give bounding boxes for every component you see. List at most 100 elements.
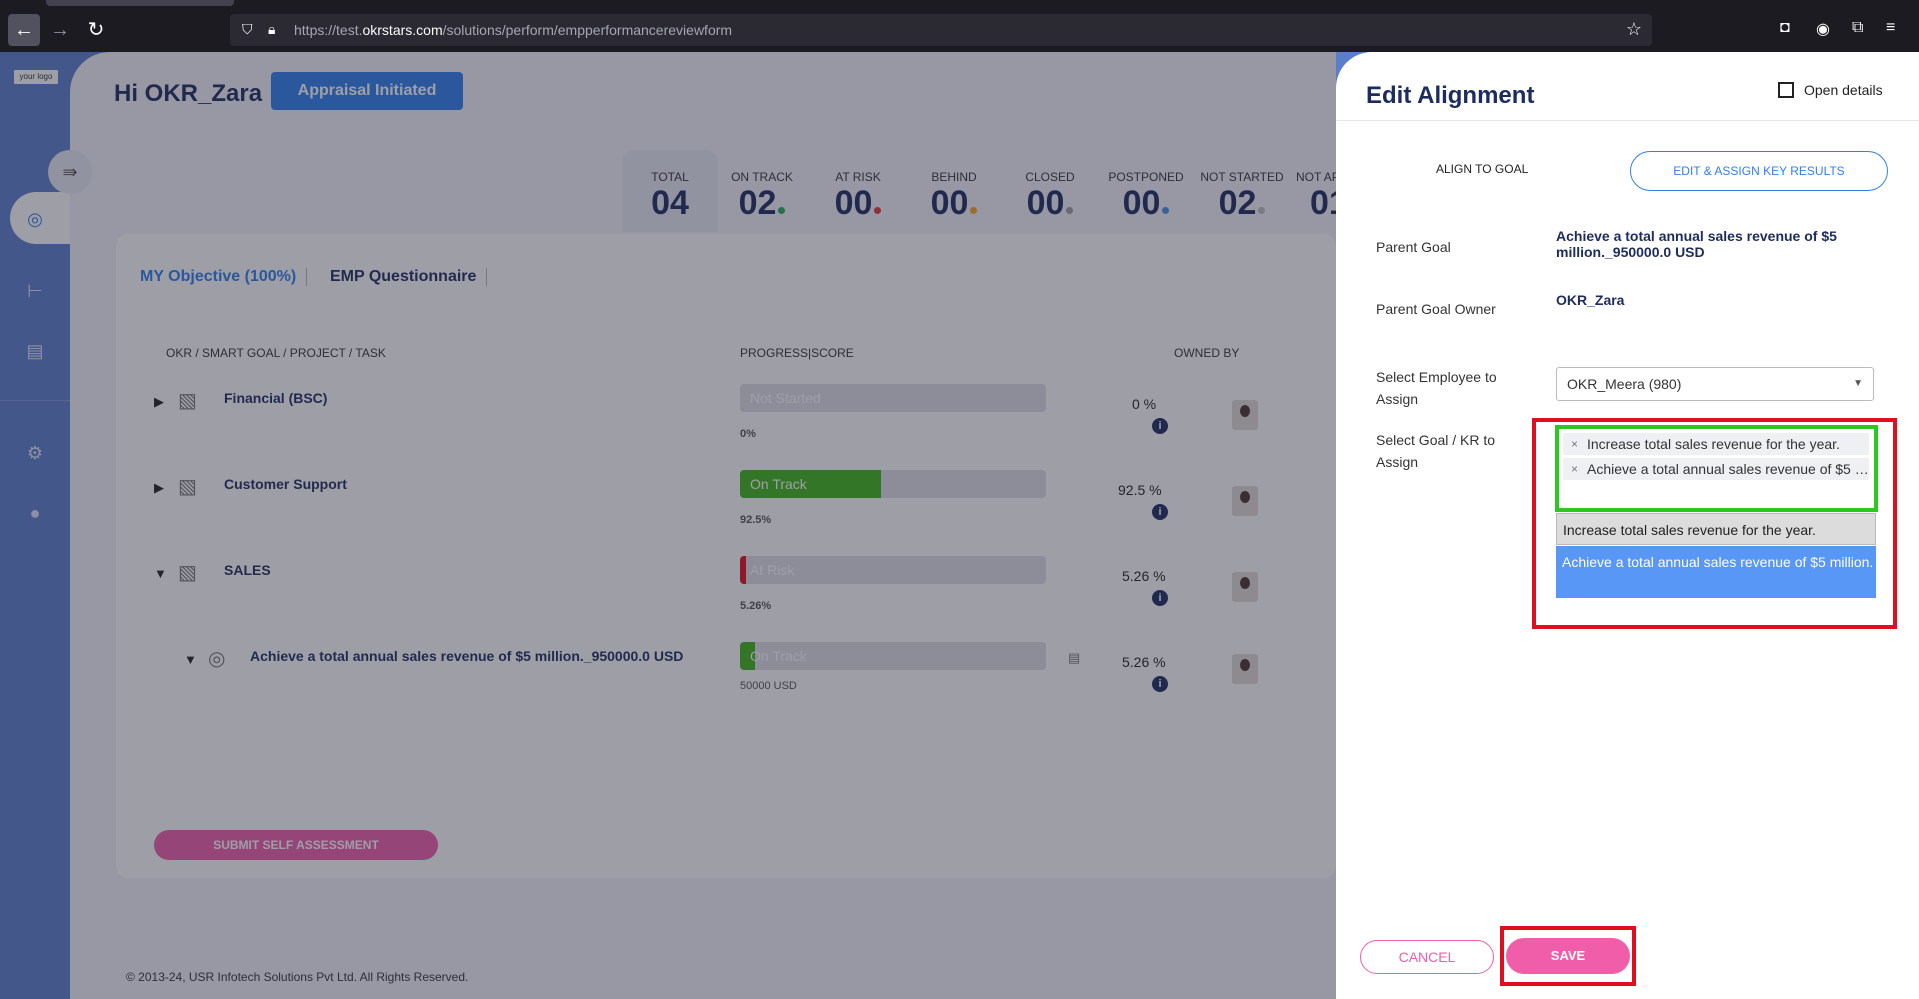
stat-label: BEHIND [931, 170, 977, 184]
menu-icon[interactable]: ≡ [1886, 19, 1895, 37]
reload-icon[interactable]: ↻ [80, 14, 112, 46]
stat-value: 00 [1002, 184, 1098, 223]
target-icon[interactable]: ◎ [22, 206, 48, 232]
row-title[interactable]: Customer Support [224, 476, 347, 492]
status-dot [1162, 207, 1170, 214]
hierarchy-icon[interactable]: ⊢ [22, 278, 48, 304]
stat-value: 02 [1194, 184, 1290, 223]
pocket-icon[interactable]: ◘ [1780, 19, 1790, 37]
user-icon[interactable]: ● [22, 500, 48, 526]
main-content: ⇛ Hi OKR_Zara Appraisal Initiated TOTAL … [48, 52, 1338, 999]
stat-value: 02 [714, 184, 810, 223]
stat-total[interactable]: TOTAL 04 [622, 150, 718, 232]
row-title[interactable]: Achieve a total annual sales revenue of … [250, 648, 683, 664]
stat-on-track[interactable]: ON TRACK 02 [714, 150, 810, 232]
objectives-card: MY Objective (100%) EMP Questionnaire OK… [116, 234, 1336, 878]
progress-bar: At Risk [740, 556, 1046, 584]
expand-caret-icon[interactable]: ▶ [154, 480, 164, 496]
avatar[interactable] [1232, 400, 1258, 430]
table-row[interactable]: ▶ ▧ Customer Support On Track 92.5% 92.5… [116, 470, 1336, 550]
edit-alignment-drawer: Edit Alignment Open details ALIGN TO GOA… [1336, 52, 1919, 999]
forward-icon[interactable]: → [44, 14, 76, 46]
stat-value: 04 [651, 184, 689, 222]
progress-status: Not Started [750, 390, 821, 406]
expand-caret-icon[interactable]: ▶ [154, 394, 164, 410]
employee-select[interactable]: OKR_Meera (980) ▼ [1556, 367, 1874, 401]
url-bar[interactable]: ⛉ 🔒︎ https://test.okrstars.com/solutions… [230, 14, 1652, 46]
highlight-box-green [1555, 425, 1878, 512]
status-dot [1066, 207, 1074, 214]
extensions-icon[interactable]: ⧉ [1852, 19, 1863, 37]
avatar[interactable] [1232, 486, 1258, 516]
status-dot [778, 207, 786, 214]
appraisal-initiated-button[interactable]: Appraisal Initiated [271, 72, 463, 110]
progress-status: On Track [750, 476, 807, 492]
stat-value: 01 [1310, 184, 1338, 222]
parent-goal-value: Achieve a total annual sales revenue of … [1556, 228, 1837, 260]
parent-goal-owner-value: OKR_Zara [1556, 292, 1625, 308]
stat-label: NOT STARTED [1200, 170, 1284, 184]
collapse-sidebar-icon[interactable]: ⇛ [48, 150, 92, 194]
table-row[interactable]: ▼ ▧ SALES At Risk 5.26% 5.26 % i [116, 556, 1336, 636]
document-edit-icon[interactable]: ▤ [22, 338, 48, 364]
score-percent: 0 % [1132, 396, 1157, 412]
align-to-goal-tab[interactable]: ALIGN TO GOAL [1436, 162, 1528, 176]
goal-list-icon: ▧ [178, 562, 197, 584]
gear-icon[interactable]: ⚙ [22, 440, 48, 466]
status-dot [1258, 207, 1266, 214]
footer-copyright: © 2013-24, USR Infotech Solutions Pvt Lt… [126, 970, 469, 984]
stat-not-started[interactable]: NOT STARTED 02 [1194, 150, 1290, 232]
url-text: https://test.okrstars.com/solutions/perf… [294, 22, 733, 38]
collapse-caret-icon[interactable]: ▼ [184, 652, 197, 667]
collapse-caret-icon[interactable]: ▼ [154, 566, 167, 581]
progress-subtext: 5.26% [740, 600, 772, 612]
table-row[interactable]: ▼ ◎ Achieve a total annual sales revenue… [116, 642, 1336, 722]
tab-my-objective[interactable]: MY Objective (100%) [140, 268, 296, 286]
stat-behind[interactable]: BEHIND 00 [906, 150, 1002, 232]
score-percent: 5.26 % [1122, 568, 1166, 584]
open-external-icon [1778, 82, 1794, 98]
stat-label: POSTPONED [1108, 170, 1184, 184]
row-title[interactable]: SALES [224, 562, 271, 578]
info-icon[interactable]: i [1152, 590, 1168, 606]
stat-label: NOT API [1296, 170, 1338, 184]
open-details-label: Open details [1804, 82, 1883, 98]
shield-icon[interactable]: ⛉ [242, 21, 253, 38]
tab-emp-questionnaire[interactable]: EMP Questionnaire [330, 268, 476, 286]
browser-tab[interactable] [46, 0, 234, 6]
dropdown-arrow-icon[interactable]: ▼ [1853, 368, 1863, 400]
avatar[interactable] [1232, 654, 1258, 684]
cancel-button[interactable]: CANCEL [1360, 940, 1494, 974]
info-icon[interactable]: i [1152, 676, 1168, 692]
notes-icon[interactable]: ▤ [1068, 650, 1080, 666]
progress-status: At Risk [750, 562, 795, 578]
sidebar: your logo ◎ ⊢ ▤ ⚙ ● [0, 52, 80, 999]
edit-assign-key-results-tab[interactable]: EDIT & ASSIGN KEY RESULTS [1630, 151, 1888, 191]
stat-value: 00 [1098, 184, 1194, 223]
open-details-link[interactable]: Open details [1778, 82, 1883, 98]
score-percent: 92.5 % [1118, 482, 1162, 498]
progress-bar: Not Started [740, 384, 1046, 412]
avatar[interactable] [1232, 572, 1258, 602]
stat-at-risk[interactable]: AT RISK 00 [810, 150, 906, 232]
stat-postponed[interactable]: POSTPONED 00 [1098, 150, 1194, 232]
column-header-okr: OKR / SMART GOAL / PROJECT / TASK [166, 346, 386, 360]
stat-label: CLOSED [1025, 170, 1075, 184]
greeting: Hi OKR_Zara [114, 80, 263, 107]
drawer-divider [1336, 120, 1919, 121]
bookmark-star-icon[interactable]: ☆ [1626, 19, 1642, 40]
account-icon[interactable]: ◉ [1816, 19, 1830, 39]
table-row[interactable]: ▶ ▧ Financial (BSC) Not Started 0% 0 % i [116, 384, 1336, 464]
info-icon[interactable]: i [1152, 418, 1168, 434]
parent-goal-owner-label: Parent Goal Owner [1376, 301, 1496, 317]
row-title[interactable]: Financial (BSC) [224, 390, 327, 406]
parent-goal-label: Parent Goal [1376, 239, 1451, 255]
back-icon[interactable]: ← [8, 14, 40, 46]
submit-self-assessment-button[interactable]: SUBMIT SELF ASSESSMENT [154, 830, 438, 860]
stat-not-api[interactable]: NOT API 01 [1290, 150, 1338, 232]
info-icon[interactable]: i [1152, 504, 1168, 520]
save-button[interactable]: SAVE [1506, 938, 1630, 974]
stat-closed[interactable]: CLOSED 00 [1002, 150, 1098, 232]
select-employee-label: Select Employee to Assign [1376, 369, 1497, 407]
lock-icon[interactable]: 🔒︎ [268, 21, 275, 38]
